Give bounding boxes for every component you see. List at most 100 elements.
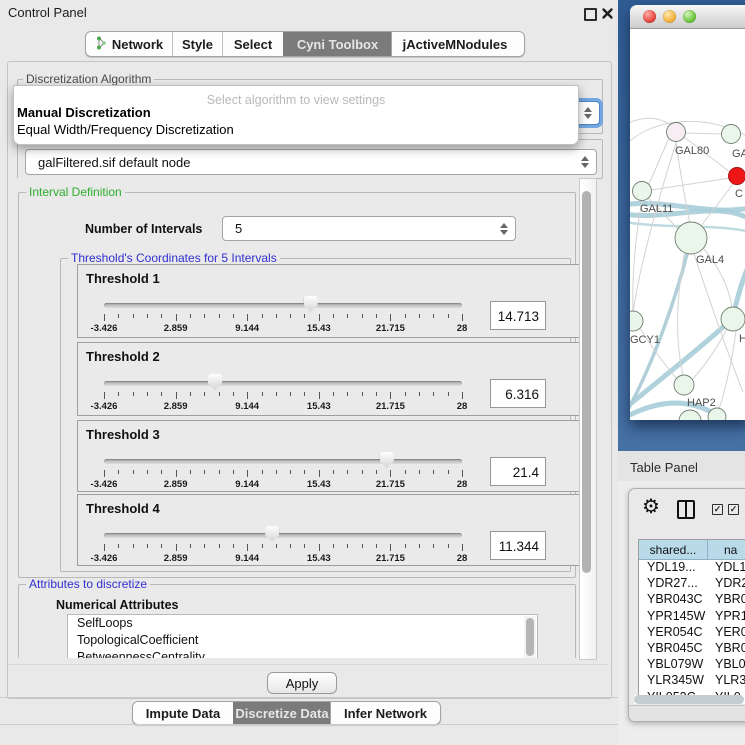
table-row[interactable]: YBR043CYBR0 (639, 592, 745, 608)
threshold-slider-track[interactable] (104, 381, 462, 386)
table-row[interactable]: YPR145WYPR1 (639, 609, 745, 625)
tick-mark (405, 314, 406, 318)
threshold-value-field[interactable]: 11.344 (490, 531, 546, 560)
table-row[interactable]: YDL19...YDL1 (639, 560, 745, 576)
tab-cyni-toolbox[interactable]: Cyni Toolbox (283, 32, 391, 56)
tick-label: 2.859 (164, 479, 188, 490)
list-scrollbar[interactable] (524, 616, 536, 658)
threshold-value-field[interactable]: 6.316 (490, 379, 546, 408)
tick-mark (219, 314, 220, 318)
tick-mark (219, 544, 220, 548)
tick-mark (433, 392, 434, 396)
threshold-slider-thumb[interactable] (380, 452, 394, 468)
table-row[interactable]: YBR045CYBR0 (639, 641, 745, 657)
tab-select[interactable]: Select (222, 32, 283, 56)
tick-mark (147, 470, 148, 474)
tick-mark (347, 544, 348, 548)
dropdown-option[interactable]: Equal Width/Frequency Discretization (17, 122, 234, 137)
table-cell: YER0 (708, 625, 745, 641)
gear-icon[interactable]: ⚙ (642, 494, 660, 519)
threshold-slider-thumb[interactable] (208, 374, 222, 390)
table-data-combobox[interactable]: galFiltered.sif default node (25, 149, 597, 175)
checkbox-icon[interactable]: ✓ (712, 504, 723, 515)
table-hscrollbar[interactable] (634, 695, 745, 704)
tick-label: 28 (457, 553, 468, 564)
network-node[interactable] (679, 410, 701, 420)
network-node[interactable] (675, 222, 707, 254)
tick-mark (304, 392, 305, 396)
tick-label: -3.426 (91, 553, 118, 564)
num-intervals-combobox[interactable]: 5 (222, 216, 516, 241)
minimize-traffic-icon[interactable] (663, 10, 676, 23)
column-header[interactable]: na (708, 540, 745, 560)
table-cell: YBL0 (708, 657, 745, 673)
tab-infer-network[interactable]: Infer Network (330, 702, 440, 724)
tick-mark (176, 314, 177, 321)
tick-mark (190, 314, 191, 318)
threshold-slider-track[interactable] (104, 303, 462, 308)
tick-mark (262, 470, 263, 474)
attribute-list-item[interactable]: BetweennessCentrality (68, 649, 537, 658)
tick-mark (276, 544, 277, 548)
network-node[interactable] (722, 125, 741, 144)
apply-button[interactable]: Apply (267, 672, 337, 694)
network-node[interactable] (667, 123, 686, 142)
zoom-traffic-icon[interactable] (683, 10, 696, 23)
tick-mark (433, 314, 434, 318)
tab-discretize-data[interactable]: Discretize Data (233, 702, 330, 724)
tick-mark (448, 544, 449, 548)
thresholds-group-title: Threshold's Coordinates for 5 Intervals (68, 252, 280, 264)
tick-label: -3.426 (91, 401, 118, 412)
close-window-icon[interactable] (601, 7, 614, 20)
threshold-value-field[interactable]: 21.4 (490, 457, 546, 486)
tick-label: 28 (457, 401, 468, 412)
control-panel-window: Control Panel NetworkStyleSelectCyni Too… (0, 0, 618, 745)
attribute-list-item[interactable]: TopologicalCoefficient (68, 632, 537, 649)
threshold-slider-thumb[interactable] (265, 526, 279, 542)
table-row[interactable]: YDR27...YDR2 (639, 576, 745, 592)
float-window-icon[interactable] (584, 8, 597, 21)
tab-style[interactable]: Style (172, 32, 222, 56)
stepper-icon (583, 107, 592, 119)
threshold-slider-track[interactable] (104, 533, 462, 538)
tab-network[interactable]: Network (86, 32, 172, 56)
tick-label: 2.859 (164, 323, 188, 334)
algorithm-dropdown-popup: Select algorithm to view settings Manual… (13, 85, 579, 145)
numerical-attributes-list[interactable]: SelfLoopsTopologicalCoefficientBetweenne… (67, 614, 538, 658)
network-node[interactable] (674, 375, 694, 395)
tick-mark (161, 314, 162, 318)
threshold-slider-thumb[interactable] (304, 296, 318, 312)
split-columns-icon[interactable] (677, 500, 695, 519)
tick-label: 21.715 (376, 553, 405, 564)
threshold-slider-track[interactable] (104, 459, 462, 464)
network-node[interactable] (729, 168, 745, 185)
interval-group-title: Interval Definition (26, 186, 125, 198)
tab-impute-data[interactable]: Impute Data (133, 702, 233, 724)
threshold-value-field[interactable]: 14.713 (490, 301, 546, 330)
dropdown-option[interactable]: Manual Discretization (17, 105, 151, 120)
control-panel-title: Control Panel (8, 5, 87, 20)
network-node[interactable] (721, 307, 745, 331)
network-node[interactable] (633, 182, 652, 201)
network-node-label: GAL80 (675, 145, 709, 157)
table-row[interactable]: YBL079WYBL0 (639, 657, 745, 673)
bottom-tab-bar: Impute DataDiscretize DataInfer Network (132, 701, 441, 725)
tick-mark (161, 544, 162, 548)
network-edge (719, 331, 736, 409)
table-row[interactable]: YER054CYER0 (639, 625, 745, 641)
tab-jactivemnodules[interactable]: jActiveMNodules (391, 32, 518, 56)
network-window-titlebar[interactable] (630, 5, 745, 29)
close-traffic-icon[interactable] (643, 10, 656, 23)
tick-mark (304, 314, 305, 318)
table-row[interactable]: YLR345WYLR3 (639, 673, 745, 689)
network-canvas[interactable]: GAL80GALCGAL11GAL4GCY1HHAP2 (630, 29, 745, 420)
attribute-list-item[interactable]: SelfLoops (68, 615, 537, 632)
network-node[interactable] (630, 311, 643, 331)
tick-mark (376, 544, 377, 548)
checkbox-icon[interactable]: ✓ (728, 504, 739, 515)
panel-scrollbar[interactable] (579, 178, 597, 660)
tick-mark (419, 544, 420, 548)
column-header[interactable]: shared... (639, 540, 708, 560)
tick-mark (276, 470, 277, 474)
tick-label: 2.859 (164, 553, 188, 564)
